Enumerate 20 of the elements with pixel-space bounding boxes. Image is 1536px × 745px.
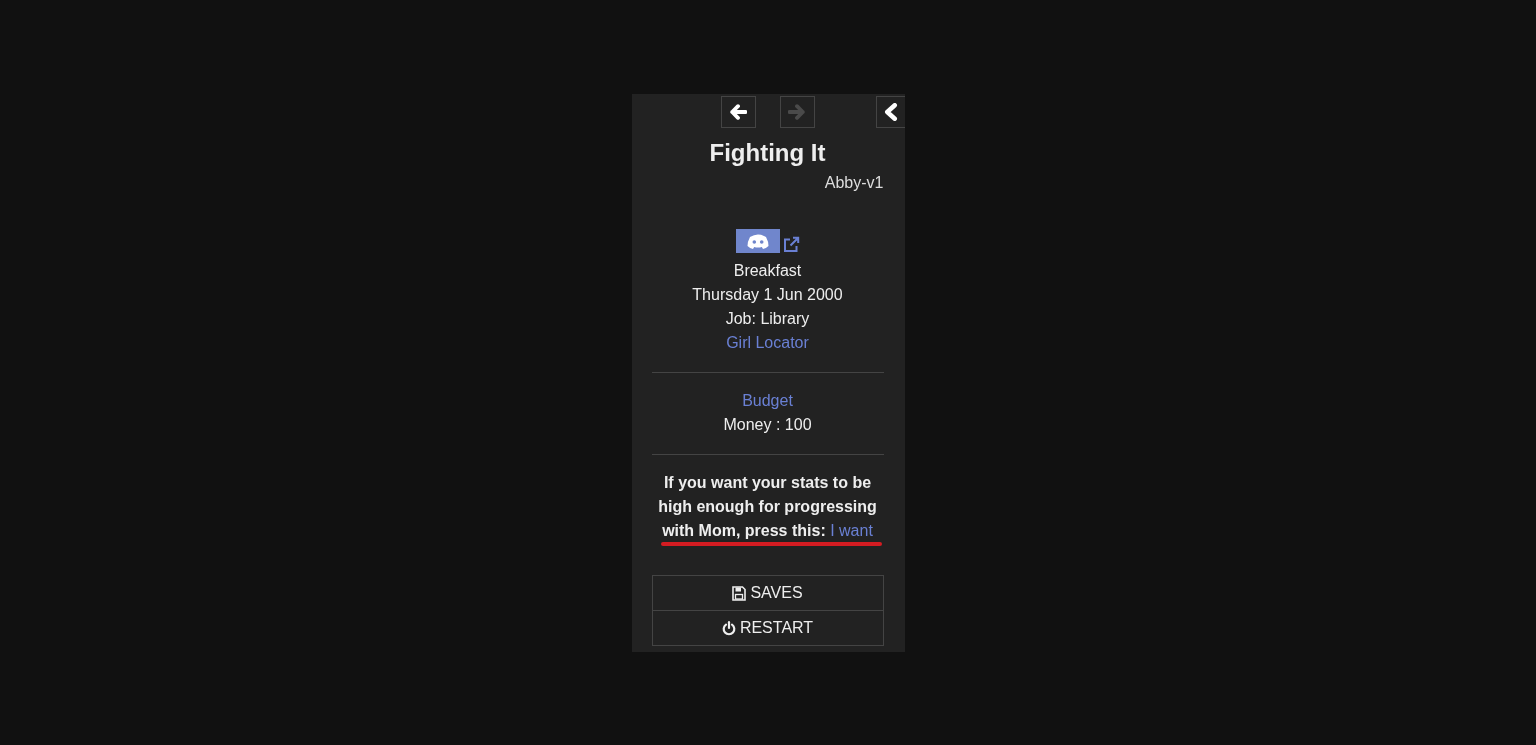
budget-text: Money : 100 xyxy=(723,415,812,435)
chevron-left-icon xyxy=(883,103,898,121)
saves-button[interactable]: SAVES xyxy=(651,575,884,611)
caption-text: Job: Library xyxy=(725,309,810,329)
notice-link[interactable]: I want xyxy=(830,522,873,539)
external-link-icon[interactable] xyxy=(782,236,800,253)
story-title: Fighting It xyxy=(709,138,826,167)
notice-text: If you want your stats to be high enough for progressing with Mom, press this: I want xyxy=(657,473,878,541)
power-icon xyxy=(721,620,736,636)
chat-logo-icon[interactable] xyxy=(735,229,780,253)
caption-text: Breakfast xyxy=(733,261,802,281)
restart-button[interactable]: RESTART xyxy=(651,610,884,646)
budget-link[interactable]: Budget xyxy=(742,389,793,413)
forward-arrow-icon xyxy=(788,103,806,121)
back-arrow-icon xyxy=(729,103,747,121)
collapse-sidebar-button[interactable] xyxy=(875,96,905,128)
back-button[interactable] xyxy=(720,96,756,128)
story-subtitle: Abby-v1 xyxy=(824,173,884,193)
caption-link[interactable]: Girl Locator xyxy=(726,331,809,355)
caption-text: Thursday 1 Jun 2000 xyxy=(692,285,843,305)
